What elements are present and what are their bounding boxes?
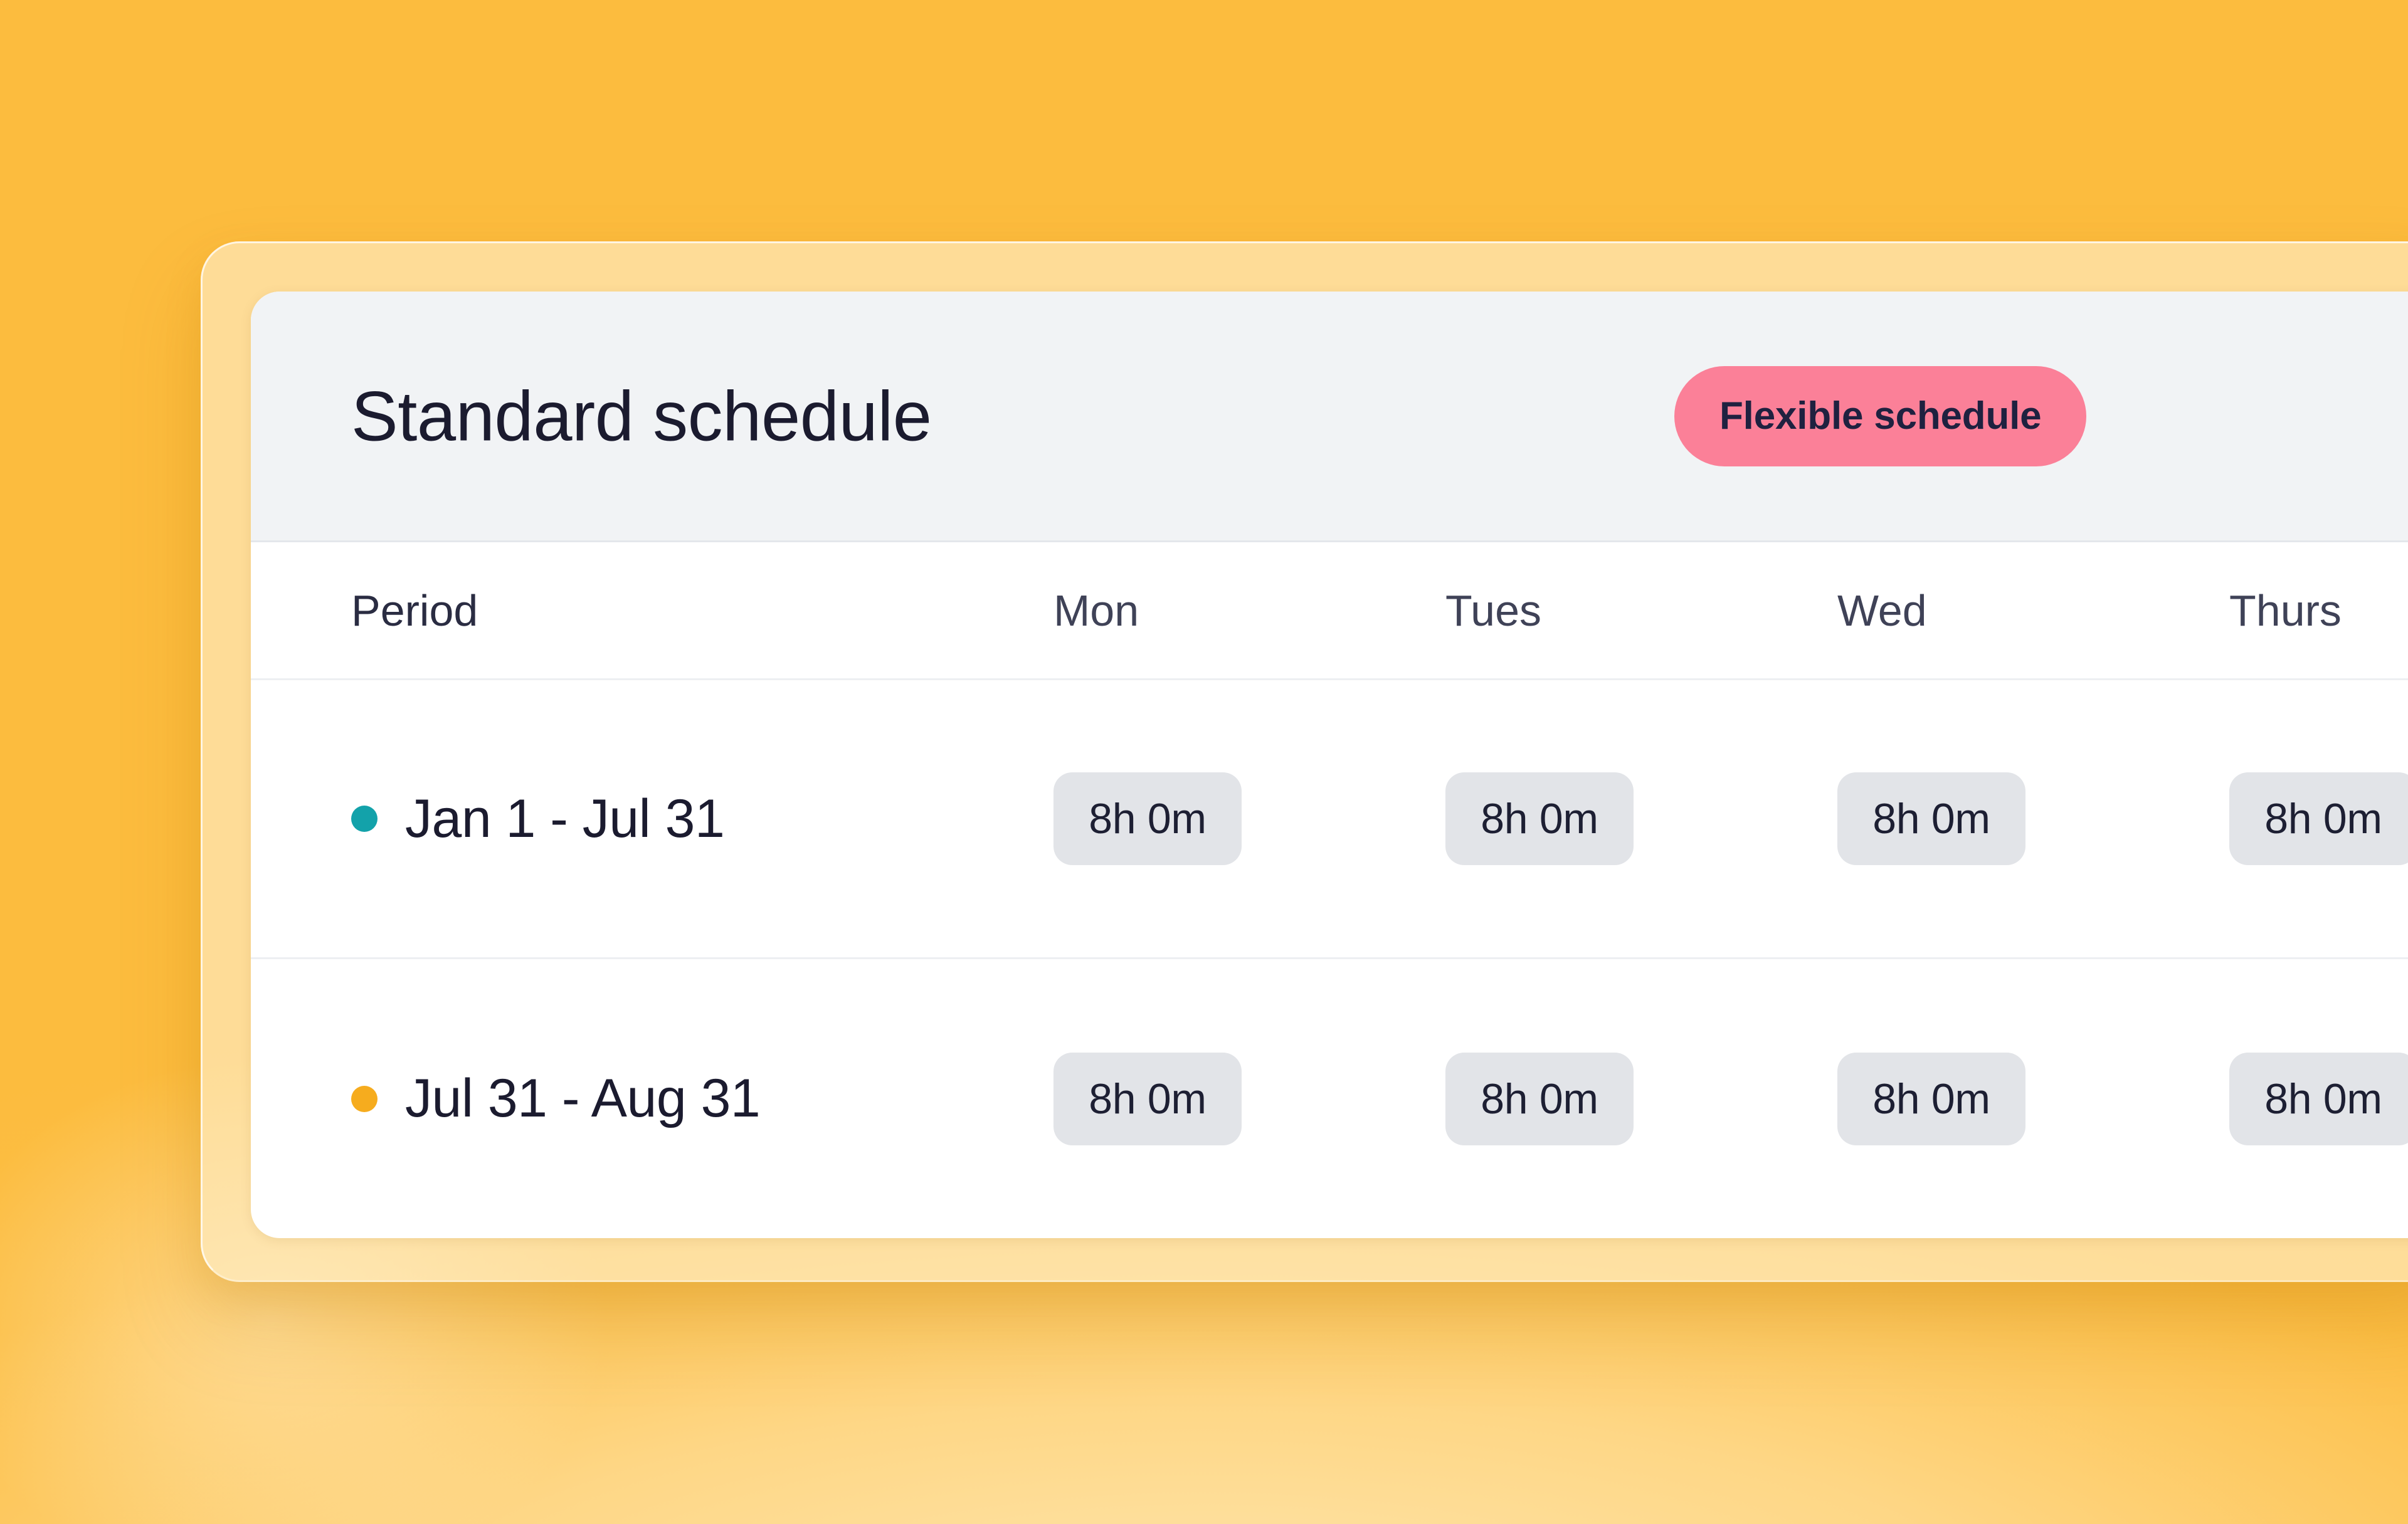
column-header-wed: Wed xyxy=(1837,586,1927,635)
hours-chip-mon[interactable]: 8h 0m xyxy=(1054,772,1242,865)
table-row[interactable]: Jul 31 - Aug 31 8h 0m 8h 0m 8h 0m 8h 0m xyxy=(251,959,2408,1238)
screenshot-root: Standard schedule Flexible schedule Peri… xyxy=(0,0,2408,1524)
column-header-mon: Mon xyxy=(1054,586,1139,635)
hours-chip-thurs[interactable]: 8h 0m xyxy=(2229,772,2408,865)
table-row[interactable]: Jan 1 - Jul 31 8h 0m 8h 0m 8h 0m 8h 0m xyxy=(251,680,2408,959)
period-label: Jan 1 - Jul 31 xyxy=(405,788,725,849)
hours-chip-thurs[interactable]: 8h 0m xyxy=(2229,1052,2408,1145)
column-header-tues: Tues xyxy=(1445,586,1542,635)
table-header-row: Period Mon Tues Wed Thurs xyxy=(251,542,2408,680)
column-header-mon-cell: Mon xyxy=(1054,586,1445,636)
column-header-thurs: Thurs xyxy=(2229,586,2342,635)
hours-chip-wed[interactable]: 8h 0m xyxy=(1837,772,2025,865)
hours-cell-wed: 8h 0m xyxy=(1837,772,2229,865)
column-header-thurs-cell: Thurs xyxy=(2229,586,2408,636)
period-status-dot-icon xyxy=(351,1085,378,1112)
hours-chip-wed[interactable]: 8h 0m xyxy=(1837,1052,2025,1145)
schedule-card: Standard schedule Flexible schedule Peri… xyxy=(251,292,2408,1238)
hours-cell-tues: 8h 0m xyxy=(1445,772,1837,865)
hours-cell-mon: 8h 0m xyxy=(1054,1052,1445,1145)
period-label: Jul 31 - Aug 31 xyxy=(405,1068,761,1128)
hours-cell-mon: 8h 0m xyxy=(1054,772,1445,865)
page-title: Standard schedule xyxy=(351,377,932,455)
flexible-schedule-toggle[interactable]: Flexible schedule xyxy=(1674,365,2087,466)
period-status-dot-icon xyxy=(351,806,378,832)
column-header-tues-cell: Tues xyxy=(1445,586,1837,636)
period-cell: Jan 1 - Jul 31 xyxy=(251,788,1054,850)
column-header-period: Period xyxy=(351,586,478,635)
hours-chip-tues[interactable]: 8h 0m xyxy=(1445,1052,1634,1145)
hours-chip-tues[interactable]: 8h 0m xyxy=(1445,772,1634,865)
hours-cell-wed: 8h 0m xyxy=(1837,1052,2229,1145)
card-header: Standard schedule Flexible schedule xyxy=(251,292,2408,542)
hours-chip-mon[interactable]: 8h 0m xyxy=(1054,1052,1242,1145)
hours-cell-thurs: 8h 0m xyxy=(2229,772,2408,865)
hours-cell-thurs: 8h 0m xyxy=(2229,1052,2408,1145)
column-header-wed-cell: Wed xyxy=(1837,586,2229,636)
column-header-period-cell: Period xyxy=(251,586,1054,636)
period-cell: Jul 31 - Aug 31 xyxy=(251,1068,1054,1130)
hours-cell-tues: 8h 0m xyxy=(1445,1052,1837,1145)
flexible-schedule-label: Flexible schedule xyxy=(1719,394,2042,438)
schedule-table: Period Mon Tues Wed Thurs Jan 1 - Jul 31… xyxy=(251,542,2408,1238)
